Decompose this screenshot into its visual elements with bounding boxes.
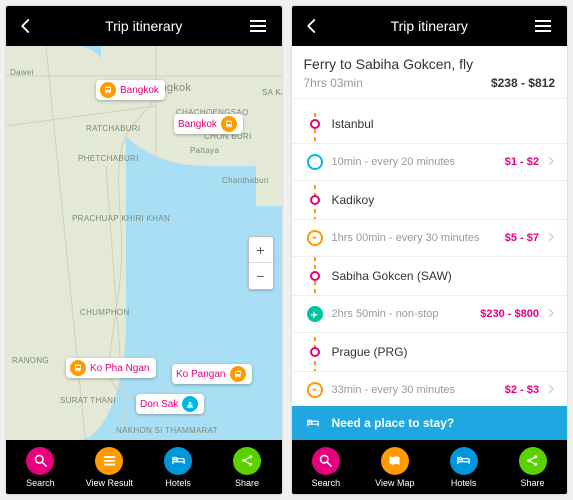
bed-icon <box>450 447 478 475</box>
chevron-right-icon <box>545 155 557 170</box>
share-icon <box>519 447 547 475</box>
route-line <box>109 90 166 401</box>
phone-itinerary: Trip itinerary Ferry to Sabiha Gokcen, f… <box>292 6 568 494</box>
segment-bus-1[interactable]: 1hrs 00min - every 30 minutes $5 - $7 <box>292 219 568 257</box>
nav-share[interactable]: Share <box>498 440 567 494</box>
nav-label: Search <box>26 478 55 488</box>
bus-icon <box>100 82 116 98</box>
stop-label: Sabiha Gokcen (SAW) <box>332 269 452 283</box>
segment-flight[interactable]: 2hrs 50min - non-stop $230 - $800 <box>292 295 568 333</box>
nav-label: Share <box>521 478 545 488</box>
segment-price: $230 - $800 <box>480 308 539 320</box>
header: Trip itinerary <box>6 6 282 46</box>
search-icon <box>312 447 340 475</box>
stop-node <box>310 271 320 281</box>
hotels-cta[interactable]: Need a place to stay? <box>292 406 568 440</box>
segment-price: $5 - $7 <box>505 232 539 244</box>
search-icon <box>26 447 54 475</box>
nav-search[interactable]: Search <box>6 440 75 494</box>
segment-bus-2[interactable]: 33min - every 30 minutes $2 - $3 <box>292 371 568 406</box>
pin-bangkok-2[interactable]: Bangkok <box>174 114 243 134</box>
chevron-right-icon <box>545 231 557 246</box>
nav-label: View Map <box>375 478 414 488</box>
segment-info: 1hrs 00min - every 30 minutes <box>332 232 505 244</box>
stop-saw: Sabiha Gokcen (SAW) <box>292 257 568 295</box>
segment-info: 33min - every 30 minutes <box>332 384 505 396</box>
nav-hotels[interactable]: Hotels <box>429 440 498 494</box>
share-icon <box>233 447 261 475</box>
nav-view-map[interactable]: View Map <box>360 440 429 494</box>
map-icon <box>381 447 409 475</box>
menu-button[interactable] <box>535 14 559 38</box>
bus-icon <box>230 366 246 382</box>
nav-search[interactable]: Search <box>292 440 361 494</box>
nav-label: Share <box>235 478 259 488</box>
nav-share[interactable]: Share <box>213 440 282 494</box>
trip-price: $238 - $812 <box>491 76 555 90</box>
plane-icon <box>307 306 323 322</box>
bottom-nav: Search View Result Hotels Share <box>6 440 282 494</box>
ferry-icon <box>307 154 323 170</box>
bed-icon <box>164 447 192 475</box>
pin-donsak[interactable]: Don Sak <box>136 394 204 414</box>
menu-button[interactable] <box>250 14 274 38</box>
itinerary-detail: Ferry to Sabiha Gokcen, fly 7hrs 03min $… <box>292 46 568 440</box>
nav-view-result[interactable]: View Result <box>75 440 144 494</box>
map[interactable]: Dawei angkok CHACHOENGSAO RATCHABURI CHO… <box>6 46 282 440</box>
segment-ferry[interactable]: 10min - every 20 minutes $1 - $2 <box>292 143 568 181</box>
zoom-out-button[interactable]: − <box>249 263 273 289</box>
bottom-nav: Search View Map Hotels Share <box>292 440 568 494</box>
pin-kophangan-2[interactable]: Ko Pangan <box>172 364 252 384</box>
zoom-in-button[interactable]: + <box>249 237 273 263</box>
back-button[interactable] <box>14 14 38 38</box>
pin-kophangan-1[interactable]: Ko Pha Ngan <box>66 358 156 378</box>
pin-label: Bangkok <box>120 85 159 96</box>
segment-info: 2hrs 50min - non-stop <box>332 308 481 320</box>
list-icon <box>95 447 123 475</box>
stop-node <box>310 119 320 129</box>
timeline[interactable]: Istanbul 10min - every 20 minutes $1 - $… <box>292 99 568 406</box>
pin-label: Bangkok <box>178 119 217 130</box>
ferry-icon <box>182 396 198 412</box>
stop-label: Kadikoy <box>332 193 375 207</box>
zoom-control: + − <box>248 236 274 290</box>
trip-title: Ferry to Sabiha Gokcen, fly <box>304 56 556 72</box>
nav-label: Hotels <box>451 478 477 488</box>
segment-info: 10min - every 20 minutes <box>332 156 505 168</box>
segment-price: $2 - $3 <box>505 384 539 396</box>
header: Trip itinerary <box>292 6 568 46</box>
nav-label: Hotels <box>165 478 191 488</box>
bus-icon <box>70 360 86 376</box>
phone-map: Trip itinerary Dawei angkok CHACHOENGSAO… <box>6 6 282 494</box>
header-title: Trip itinerary <box>105 18 182 34</box>
bed-icon <box>304 416 322 430</box>
pin-label: Ko Pha Ngan <box>90 363 150 374</box>
stop-node <box>310 347 320 357</box>
bus-icon <box>307 382 323 398</box>
bus-icon <box>221 116 237 132</box>
trip-summary: Ferry to Sabiha Gokcen, fly 7hrs 03min $… <box>292 46 568 99</box>
pin-label: Don Sak <box>140 399 178 410</box>
trip-duration: 7hrs 03min <box>304 76 363 90</box>
pin-bangkok-1[interactable]: Bangkok <box>96 80 165 100</box>
chevron-right-icon <box>545 383 557 398</box>
header-title: Trip itinerary <box>391 18 468 34</box>
stop-label: Prague (PRG) <box>332 345 408 359</box>
stop-istanbul: Istanbul <box>292 105 568 143</box>
bus-icon <box>307 230 323 246</box>
segment-price: $1 - $2 <box>505 156 539 168</box>
nav-label: Search <box>312 478 341 488</box>
stop-prg: Prague (PRG) <box>292 333 568 371</box>
nav-label: View Result <box>86 478 133 488</box>
stop-kadikoy: Kadikoy <box>292 181 568 219</box>
chevron-right-icon <box>545 307 557 322</box>
cta-label: Need a place to stay? <box>332 416 455 430</box>
back-button[interactable] <box>300 14 324 38</box>
pin-label: Ko Pangan <box>176 369 226 380</box>
nav-hotels[interactable]: Hotels <box>144 440 213 494</box>
stop-label: Istanbul <box>332 117 374 131</box>
stop-node <box>310 195 320 205</box>
